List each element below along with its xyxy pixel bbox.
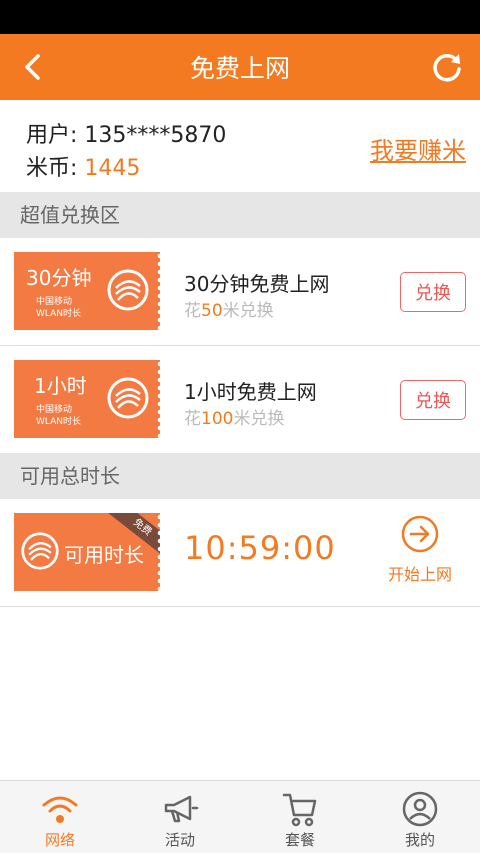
nav-label: 我的 bbox=[404, 831, 435, 849]
megaphone-icon bbox=[164, 795, 199, 823]
arrow-right-circle-icon bbox=[401, 515, 439, 553]
available-time-coupon: 可用时长 免费 bbox=[14, 513, 160, 591]
coin-value: 1445 bbox=[84, 156, 141, 181]
status-bar bbox=[0, 0, 480, 34]
nav-item-network[interactable]: 网络 bbox=[0, 781, 120, 853]
china-mobile-logo-icon bbox=[107, 377, 149, 419]
offer-coupon: 1小时 中国移动 WLAN时长 bbox=[14, 360, 160, 438]
offer-cost: 花50米兑换 bbox=[184, 296, 274, 321]
available-time-label: 可用时长 bbox=[64, 543, 144, 567]
back-arrow-icon[interactable] bbox=[14, 48, 52, 86]
offer-row-30min: 30分钟 中国移动 WLAN时长 30分钟免费上网 花50米兑换 兑换 bbox=[0, 238, 480, 346]
offer-cost: 花100米兑换 bbox=[184, 404, 284, 429]
earn-coins-link[interactable]: 我要赚米 bbox=[370, 131, 466, 166]
coupon-duration: 1小时 bbox=[34, 374, 87, 398]
nav-item-mine[interactable]: 我的 bbox=[360, 781, 480, 853]
cost-suffix: 米兑换 bbox=[233, 409, 285, 429]
start-internet-label: 开始上网 bbox=[387, 565, 452, 584]
nav-item-activity[interactable]: 活动 bbox=[120, 781, 240, 853]
cost-suffix: 米兑换 bbox=[222, 301, 274, 321]
title-bar: 免费上网 bbox=[0, 34, 480, 100]
exchange-button[interactable]: 兑换 bbox=[400, 380, 466, 420]
nav-label: 套餐 bbox=[284, 831, 315, 849]
offer-title: 1小时免费上网 bbox=[184, 380, 317, 404]
section-header-exchange: 超值兑换区 bbox=[0, 192, 480, 238]
user-info-panel: 用户: 135****5870 米币: 1445 我要赚米 bbox=[0, 100, 480, 192]
cost-prefix: 花 bbox=[184, 301, 201, 321]
user-icon bbox=[402, 791, 438, 827]
bottom-nav: 网络 活动 套餐 我的 bbox=[0, 780, 480, 853]
nav-label: 活动 bbox=[164, 831, 195, 849]
nav-item-package[interactable]: 套餐 bbox=[240, 781, 360, 853]
cart-icon bbox=[282, 793, 317, 827]
coupon-type: WLAN时长 bbox=[36, 309, 82, 319]
cost-value: 50 bbox=[201, 301, 223, 321]
offer-coupon: 30分钟 中国移动 WLAN时长 bbox=[14, 252, 160, 330]
start-internet-button[interactable]: 开始上网 bbox=[384, 515, 456, 595]
coupon-duration: 30分钟 bbox=[26, 266, 92, 290]
cost-value: 100 bbox=[201, 409, 234, 429]
exchange-button[interactable]: 兑换 bbox=[400, 272, 466, 312]
china-mobile-logo-icon bbox=[21, 532, 59, 570]
cost-prefix: 花 bbox=[184, 409, 201, 429]
user-phone: 用户: 135****5870 bbox=[26, 123, 227, 148]
page-title: 免费上网 bbox=[189, 54, 290, 83]
china-mobile-logo-icon bbox=[107, 269, 149, 311]
refresh-icon[interactable] bbox=[428, 48, 466, 86]
coupon-type: WLAN时长 bbox=[36, 417, 82, 427]
offer-title: 30分钟免费上网 bbox=[184, 272, 330, 296]
coin-label: 米币: bbox=[26, 156, 85, 181]
section-header-total: 可用总时长 bbox=[0, 453, 480, 499]
user-coins: 米币: 1445 bbox=[26, 150, 140, 182]
wifi-icon bbox=[42, 796, 78, 823]
nav-label: 网络 bbox=[44, 831, 75, 849]
offer-row-1hour: 1小时 中国移动 WLAN时长 1小时免费上网 花100米兑换 兑换 bbox=[0, 346, 480, 454]
available-time-row: 可用时长 免费 10:59:00 开始上网 bbox=[0, 499, 480, 607]
available-time-value: 10:59:00 bbox=[184, 529, 336, 567]
